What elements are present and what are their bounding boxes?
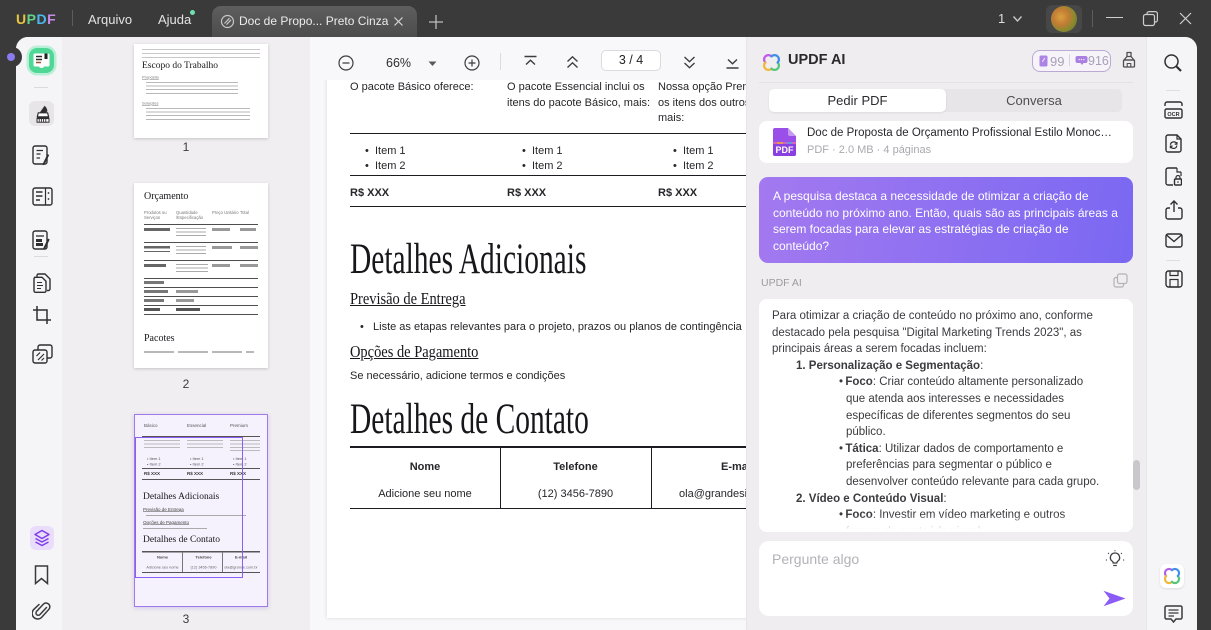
svg-text:OCR: OCR — [1167, 112, 1179, 118]
svg-text:PDF: PDF — [776, 145, 795, 155]
